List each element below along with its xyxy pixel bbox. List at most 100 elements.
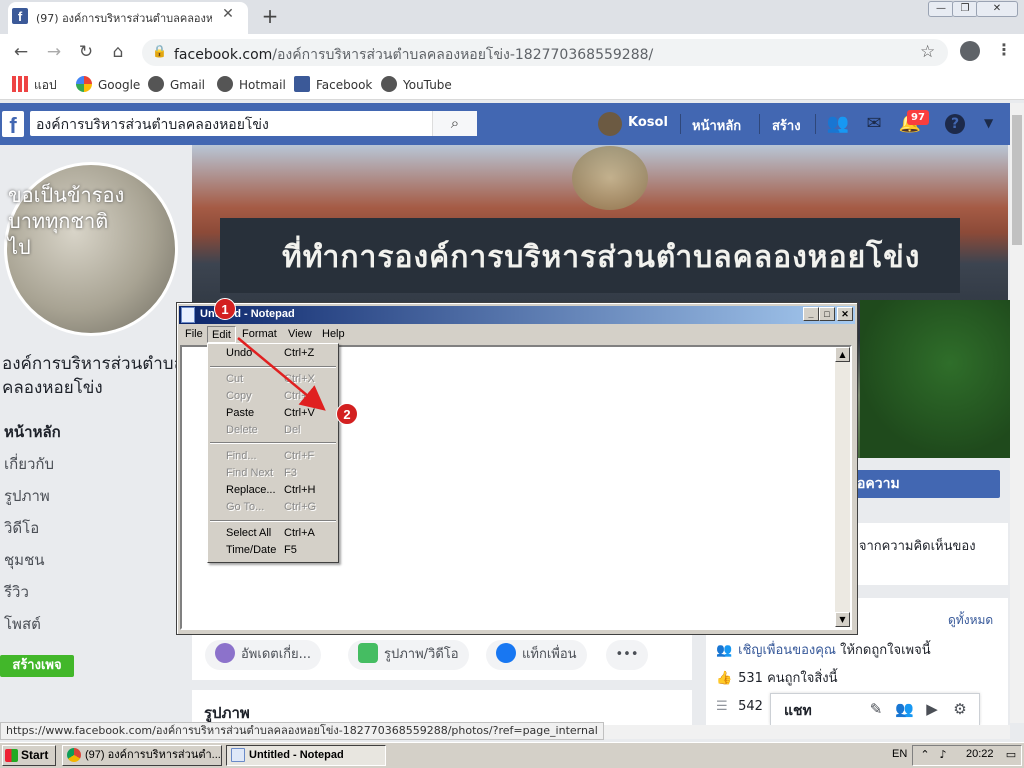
- bookmark-gmail[interactable]: Gmail: [148, 76, 205, 94]
- new-message-icon[interactable]: ✎: [867, 700, 885, 718]
- facebook-logo-icon[interactable]: f: [2, 111, 24, 138]
- reload-icon[interactable]: ↻: [74, 40, 98, 64]
- taskbar-item-notepad[interactable]: Untitled - Notepad: [226, 745, 386, 766]
- notepad-close-button[interactable]: ✕: [837, 307, 853, 321]
- invite-friends-row: 👥 เชิญเพื่อนของคุณ ให้กดถูกใจเพจนี้: [716, 640, 931, 662]
- sidebar-item-about[interactable]: เกี่ยวกับ: [2, 448, 174, 480]
- chat-settings-gear-icon[interactable]: ⚙: [951, 700, 969, 718]
- menu-separator: [210, 366, 336, 368]
- window-restore-button[interactable]: ❐: [952, 1, 978, 17]
- video-call-icon[interactable]: ▶: [923, 700, 941, 718]
- globe-icon: [381, 76, 397, 92]
- menu-format[interactable]: Format: [237, 326, 282, 343]
- bookmark-facebook[interactable]: Facebook: [294, 76, 372, 94]
- sidebar-item-community[interactable]: ชุมชน: [2, 544, 174, 576]
- more-options-icon[interactable]: •••: [606, 640, 648, 670]
- taskbar-item-chrome[interactable]: (97) องค์การบริหารส่วนตำ...: [62, 745, 222, 766]
- help-icon[interactable]: ?: [945, 114, 965, 134]
- status-update-button[interactable]: อัพเดตเกี่ย...: [205, 640, 322, 670]
- menu-file[interactable]: File: [180, 326, 208, 343]
- bookmark-hotmail[interactable]: Hotmail: [217, 76, 286, 94]
- lock-icon[interactable]: 🔒: [152, 44, 167, 60]
- url-text[interactable]: facebook.com/องค์การบริหารส่วนตำบลคลองหอ…: [174, 44, 653, 66]
- sidebar-item-videos[interactable]: วิดีโอ: [2, 512, 174, 544]
- sidebar-item-posts[interactable]: โพสต์: [2, 608, 174, 640]
- tag-friends-button[interactable]: แท็กเพื่อน: [486, 640, 587, 670]
- notepad-minimize-button[interactable]: _: [803, 307, 819, 321]
- nav-create-link[interactable]: สร้าง: [772, 115, 801, 136]
- group-chat-icon[interactable]: 👥: [895, 700, 914, 718]
- menu-separator: [210, 520, 336, 522]
- menu-view[interactable]: View: [283, 326, 317, 343]
- account-menu-caret-icon[interactable]: ▼: [984, 116, 993, 130]
- scroll-down-arrow-icon[interactable]: ▼: [835, 612, 850, 627]
- horizontal-scrollbar[interactable]: [548, 725, 1010, 739]
- back-arrow-icon[interactable]: ←: [9, 40, 33, 64]
- page-name[interactable]: องค์การบริหารส่วนตำบลคลองหอยโข่ง: [2, 352, 186, 400]
- notification-badge: 97: [907, 110, 929, 125]
- menu-item-select-all[interactable]: Select All Ctrl+A: [210, 525, 336, 542]
- menu-help[interactable]: Help: [317, 326, 350, 343]
- window-close-button[interactable]: ✕: [976, 1, 1018, 17]
- menu-edit[interactable]: Edit: [207, 326, 236, 343]
- search-icon[interactable]: ⌕: [432, 111, 477, 136]
- menu-item-time-date[interactable]: Time/Date F5: [210, 542, 336, 559]
- language-indicator[interactable]: EN: [892, 748, 907, 760]
- action-center-icon[interactable]: ▭: [1004, 748, 1018, 762]
- bookmark-label: Google: [98, 78, 141, 92]
- menu-item-go-to[interactable]: Go To... Ctrl+G: [210, 499, 336, 516]
- bookmark-star-icon[interactable]: ☆: [920, 42, 935, 62]
- tab-close-icon[interactable]: ✕: [220, 6, 236, 24]
- notepad-maximize-button[interactable]: □: [819, 307, 835, 321]
- bookmark-label: Hotmail: [239, 78, 286, 92]
- notepad-vertical-scrollbar[interactable]: [835, 347, 850, 627]
- messenger-icon[interactable]: ✉: [862, 112, 886, 136]
- forward-arrow-icon[interactable]: →: [42, 40, 66, 64]
- tray-expand-icon[interactable]: ⌃: [918, 748, 932, 762]
- nav-home-link[interactable]: หน้าหลัก: [692, 115, 741, 136]
- chat-label[interactable]: แชท: [784, 700, 812, 722]
- sidebar-item-home[interactable]: หน้าหลัก: [2, 416, 174, 448]
- cover-sign-text: ที่ทำการองค์การบริหารส่วนตำบลคลองหอยโข่ง: [282, 240, 921, 275]
- menu-item-copy[interactable]: Copy Ctrl+C: [210, 388, 336, 405]
- photo-video-button[interactable]: รูปภาพ/วิดีโอ: [348, 640, 469, 670]
- scroll-up-arrow-icon[interactable]: ▲: [835, 347, 850, 362]
- page-scrollbar-thumb[interactable]: [1012, 115, 1022, 245]
- invite-friends-link[interactable]: เชิญเพื่อนของคุณ: [738, 643, 836, 658]
- volume-icon[interactable]: ♪: [936, 748, 950, 762]
- menu-item-paste[interactable]: Paste Ctrl+V: [210, 405, 336, 422]
- bookmark-label: Gmail: [170, 78, 206, 92]
- menu-dots-icon[interactable]: ⋮: [996, 40, 1012, 59]
- menu-item-shortcut: Ctrl+C: [284, 390, 316, 402]
- send-message-button[interactable]: อความ: [845, 470, 1000, 498]
- profile-icon[interactable]: [960, 41, 980, 61]
- menu-item-delete[interactable]: Delete Del: [210, 422, 336, 439]
- menu-item-find-next[interactable]: Find Next F3: [210, 465, 336, 482]
- search-value[interactable]: องค์การบริหารส่วนตำบลคลองหอยโข่ง: [36, 114, 269, 136]
- likes-count: 531 คนถูกใจสิ่งนี้: [738, 671, 838, 686]
- menu-item-shortcut: Ctrl+X: [284, 373, 315, 385]
- friend-requests-icon[interactable]: 👥: [826, 112, 850, 136]
- menu-item-undo[interactable]: Undo Ctrl+Z: [210, 345, 336, 362]
- window-minimize-button[interactable]: —: [928, 1, 954, 17]
- new-tab-button[interactable]: +: [260, 5, 280, 27]
- menu-item-replace[interactable]: Replace... Ctrl+H: [210, 482, 336, 499]
- follows-count: 542: [738, 699, 763, 714]
- menu-item-find[interactable]: Find... Ctrl+F: [210, 448, 336, 465]
- sidebar-item-reviews[interactable]: รีวิว: [2, 576, 174, 608]
- apps-grid-icon: [12, 76, 28, 92]
- see-all-link[interactable]: ดูทั้งหมด: [948, 611, 993, 630]
- bookmark-youtube[interactable]: YouTube: [381, 76, 452, 94]
- home-icon[interactable]: ⌂: [106, 40, 130, 64]
- bookmark-google[interactable]: Google: [76, 76, 140, 94]
- user-avatar[interactable]: [598, 112, 622, 136]
- taskbar-clock[interactable]: 20:22: [966, 748, 994, 760]
- notepad-icon[interactable]: [181, 307, 195, 323]
- menu-item-label: Find Next: [226, 467, 274, 479]
- menu-item-cut[interactable]: Cut Ctrl+X: [210, 371, 336, 388]
- link-status-bubble: https://www.facebook.com/องค์การบริหารส่…: [0, 722, 604, 740]
- create-page-button[interactable]: สร้างเพจ: [0, 655, 74, 677]
- user-name-link[interactable]: Kosol: [628, 115, 668, 130]
- sidebar-item-photos[interactable]: รูปภาพ: [2, 480, 174, 512]
- bookmark-apps[interactable]: แอป: [12, 76, 57, 94]
